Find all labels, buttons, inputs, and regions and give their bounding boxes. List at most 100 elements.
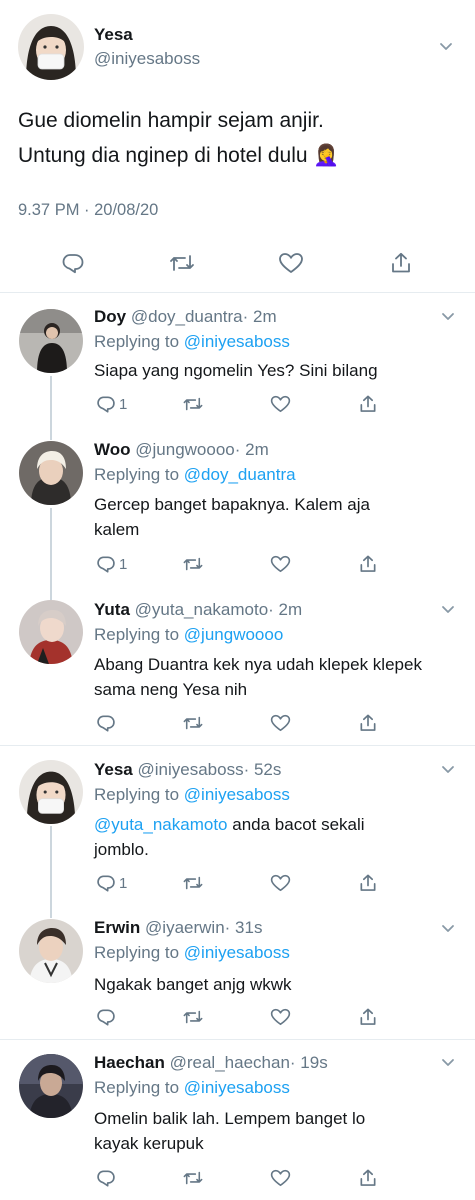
replying-to-link[interactable]: @iniyesaboss (184, 785, 290, 804)
username[interactable]: @iniyesaboss (94, 49, 200, 69)
replying-to-link[interactable]: @iniyesaboss (184, 1078, 290, 1097)
like-icon[interactable] (276, 248, 306, 278)
relative-time: · 31s (224, 918, 263, 937)
retweet-icon[interactable] (182, 393, 204, 415)
reply-header: Erwin @iyaerwin· 31s (94, 918, 262, 938)
reply-actions: 1 (94, 553, 394, 575)
reply-count: 1 (119, 555, 128, 573)
reply-icon (96, 873, 116, 893)
share-icon[interactable] (358, 393, 378, 415)
display-name[interactable]: Woo (94, 440, 131, 459)
mention-link[interactable]: @yuta_nakamoto (94, 815, 228, 834)
replying-to-link[interactable]: @iniyesaboss (184, 332, 290, 351)
reply-button[interactable] (96, 1167, 119, 1189)
avatar[interactable] (19, 309, 83, 373)
username[interactable]: @iniyesaboss (138, 760, 244, 779)
reply-tweet[interactable]: Yesa @iniyesaboss· 52s Replying to @iniy… (0, 746, 475, 918)
reply-count: 1 (119, 395, 128, 413)
replying-to-label: Replying to (94, 625, 180, 644)
display-name[interactable]: Yesa (94, 760, 133, 779)
reply-tweet[interactable]: Erwin @iyaerwin· 31s Replying to @iniyes… (0, 900, 475, 1038)
replying-to-link[interactable]: @jungwoooo (184, 625, 284, 644)
reply-count: 1 (119, 874, 128, 892)
like-icon[interactable] (270, 872, 291, 894)
retweet-icon[interactable] (182, 1167, 204, 1189)
reply-button[interactable]: 1 (96, 872, 127, 894)
avatar[interactable] (19, 760, 83, 824)
main-tweet: Yesa @iniyesaboss Gue diomelin hampir se… (0, 0, 475, 293)
reply-tweet[interactable]: Haechan @real_haechan· 19s Replying to @… (0, 1040, 475, 1200)
retweet-icon[interactable] (182, 1006, 204, 1028)
like-icon[interactable] (270, 553, 291, 575)
like-icon[interactable] (270, 712, 291, 734)
reply-text: @yuta_nakamoto anda bacot sekali jomblo. (94, 812, 394, 862)
replying-to: Replying to @iniyesaboss (94, 332, 290, 352)
avatar[interactable] (19, 919, 83, 983)
share-icon[interactable] (358, 1167, 378, 1189)
tweet-timestamp[interactable]: 9.37 PM · 20/08/20 (18, 201, 158, 220)
username[interactable]: @iyaerwin (145, 918, 225, 937)
reply-actions: 1 (94, 393, 394, 415)
avatar[interactable] (19, 1054, 83, 1118)
display-name[interactable]: Yesa (94, 25, 133, 45)
chevron-down-icon[interactable] (440, 761, 456, 777)
retweet-icon[interactable] (182, 553, 204, 575)
facepalm-emoji: 🤦‍♀️ (313, 144, 340, 167)
retweet-icon[interactable] (182, 712, 204, 734)
reply-icon (96, 713, 116, 733)
replying-to-link[interactable]: @doy_duantra (184, 465, 296, 484)
replying-to-label: Replying to (94, 332, 180, 351)
relative-time: · 19s (289, 1053, 328, 1072)
display-name[interactable]: Yuta (94, 600, 130, 619)
chevron-down-icon[interactable] (438, 38, 454, 54)
reply-icon (96, 1168, 116, 1188)
reply-tweet[interactable]: Yuta @yuta_nakamoto· 2m Replying to @jun… (0, 582, 475, 744)
avatar[interactable] (18, 14, 84, 80)
reply-header: Haechan @real_haechan· 19s (94, 1053, 328, 1073)
reply-icon[interactable] (58, 248, 88, 278)
replying-to: Replying to @iniyesaboss (94, 943, 290, 963)
chevron-down-icon[interactable] (440, 920, 456, 936)
replying-to: Replying to @iniyesaboss (94, 785, 290, 805)
relative-time: · 2m (242, 307, 277, 326)
replying-to: Replying to @doy_duantra (94, 465, 296, 485)
username[interactable]: @yuta_nakamoto (135, 600, 269, 619)
tweet-text-line: Gue diomelin hampir sejam anjir. (18, 109, 324, 132)
username[interactable]: @jungwoooo (135, 440, 235, 459)
reply-button[interactable]: 1 (96, 553, 127, 575)
thread-line (50, 582, 52, 600)
reply-button[interactable] (96, 712, 119, 734)
share-icon[interactable] (358, 712, 378, 734)
share-icon[interactable] (358, 553, 378, 575)
replying-to-label: Replying to (94, 1078, 180, 1097)
reply-header: Doy @doy_duantra· 2m (94, 307, 277, 327)
like-icon[interactable] (270, 1167, 291, 1189)
reply-button[interactable]: 1 (96, 393, 127, 415)
share-icon[interactable] (386, 248, 416, 278)
avatar[interactable] (19, 600, 83, 664)
replying-to-label: Replying to (94, 785, 180, 804)
reply-button[interactable] (96, 1006, 119, 1028)
like-icon[interactable] (270, 1006, 291, 1028)
share-icon[interactable] (358, 1006, 378, 1028)
replying-to-link[interactable]: @iniyesaboss (184, 943, 290, 962)
thread-line (50, 900, 52, 918)
reply-text: Gercep banget bapaknya. Kalem aja kalem (94, 495, 370, 539)
replying-to-label: Replying to (94, 465, 180, 484)
reply-tweet[interactable]: Woo @jungwoooo· 2m Replying to @doy_duan… (0, 422, 475, 600)
chevron-down-icon[interactable] (440, 601, 456, 617)
username[interactable]: @doy_duantra (131, 307, 243, 326)
avatar[interactable] (19, 441, 83, 505)
display-name[interactable]: Erwin (94, 918, 140, 937)
username[interactable]: @real_haechan (170, 1053, 290, 1072)
display-name[interactable]: Doy (94, 307, 126, 326)
chevron-down-icon[interactable] (440, 1054, 456, 1070)
chevron-down-icon[interactable] (440, 308, 456, 324)
reply-actions (94, 1006, 394, 1028)
retweet-icon[interactable] (182, 872, 204, 894)
like-icon[interactable] (270, 393, 291, 415)
share-icon[interactable] (358, 872, 378, 894)
retweet-icon[interactable] (167, 248, 197, 278)
display-name[interactable]: Haechan (94, 1053, 165, 1072)
reply-tweet[interactable]: Doy @doy_duantra· 2m Replying to @iniyes… (0, 294, 475, 436)
